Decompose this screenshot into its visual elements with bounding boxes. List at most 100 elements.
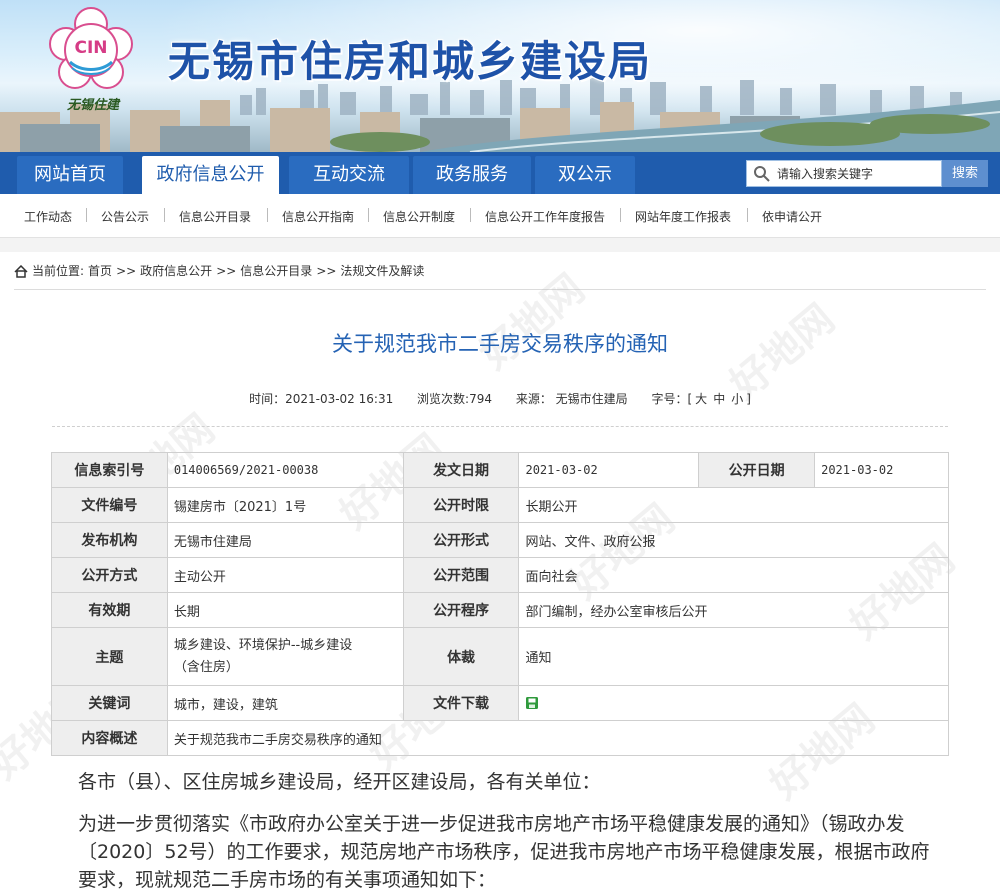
breadcrumb-prefix: 当前位置: — [32, 264, 85, 278]
subnav-divider — [267, 208, 268, 222]
table-key: 主题 — [51, 627, 168, 686]
subnav-item-notices[interactable]: 公告公示 — [101, 208, 149, 225]
nav-item-interaction[interactable]: 互动交流 — [289, 156, 409, 194]
sub-nav: 工作动态 公告公示 信息公开目录 信息公开指南 信息公开制度 信息公开工作年度报… — [0, 194, 1000, 238]
table-key: 公开程序 — [402, 592, 520, 628]
table-row: 文件编号 锡建房市〔2021〕1号 公开时限 长期公开 — [51, 487, 949, 523]
meta-time: 时间：2021-03-02 16:31 — [249, 392, 394, 406]
subnav-item-guide[interactable]: 信息公开指南 — [282, 208, 354, 225]
table-key: 发布机构 — [51, 522, 168, 558]
subnav-divider — [747, 208, 748, 222]
section-gap — [0, 238, 1000, 252]
table-row: 关键词 城市，建设，建筑 文件下载 — [51, 685, 949, 721]
table-key: 关键词 — [51, 685, 168, 721]
breadcrumb-catalog[interactable]: 信息公开目录 — [240, 264, 312, 278]
subnav-divider — [164, 208, 165, 222]
table-value: 部门编制，经办公室审核后公开 — [518, 592, 949, 628]
nav-item-services[interactable]: 政务服务 — [413, 156, 531, 194]
breadcrumb: 当前位置: 首页 >> 政府信息公开 >> 信息公开目录 >> 法规文件及解读 — [14, 257, 428, 285]
table-row: 信息索引号 014006569/2021-00038 发文日期 2021-03-… — [51, 452, 949, 488]
search-icon — [754, 166, 770, 182]
subnav-divider — [470, 208, 471, 222]
table-value: 长期 — [166, 592, 404, 628]
table-key: 公开方式 — [51, 557, 168, 593]
meta-size-end: ] — [746, 392, 751, 406]
subnav-item-request[interactable]: 依申请公开 — [762, 208, 822, 225]
table-value: 通知 — [518, 627, 949, 686]
search-box — [746, 160, 942, 187]
table-key: 公开日期 — [698, 452, 816, 488]
topic-line-1: 城乡建设、环境保护--城乡建设 — [173, 637, 353, 653]
header-banner: CIN 无锡住建 无锡市住房和城乡建设局 — [0, 0, 1000, 152]
site-title: 无锡市住房和城乡建设局 — [168, 37, 653, 86]
table-key: 文件编号 — [51, 487, 168, 523]
breadcrumb-home[interactable]: 首页 — [88, 264, 112, 278]
search-button[interactable]: 搜索 — [942, 160, 988, 187]
topic-line-2: （含住房） — [173, 659, 239, 675]
site-logo[interactable]: CIN 无锡住建 — [46, 6, 136, 113]
logo-caption: 无锡住建 — [66, 98, 119, 113]
breadcrumb-divider — [14, 289, 986, 290]
table-value: 城市，建设，建筑 — [166, 685, 404, 721]
font-size-small-button[interactable]: 小 — [731, 392, 743, 406]
subnav-item-work-news[interactable]: 工作动态 — [24, 208, 72, 225]
meta-size-label: 字号：[ — [651, 392, 693, 406]
article-meta: 时间：2021-03-02 16:31 浏览次数:794 来源： 无锡市住建局 … — [0, 390, 1000, 407]
table-value: 长期公开 — [518, 487, 949, 523]
table-value: 主动公开 — [166, 557, 404, 593]
info-table: 信息索引号 014006569/2021-00038 发文日期 2021-03-… — [51, 452, 950, 756]
table-value: 锡建房市〔2021〕1号 — [166, 487, 404, 523]
meta-source: 来源： 无锡市住建局 — [515, 392, 628, 406]
nav-item-gov-info[interactable]: 政府信息公开 — [142, 156, 279, 194]
subnav-divider — [368, 208, 369, 222]
breadcrumb-separator: >> — [216, 264, 237, 278]
table-value: 014006569/2021-00038 — [166, 452, 404, 488]
breadcrumb-regulations[interactable]: 法规文件及解读 — [340, 264, 424, 278]
table-key: 发文日期 — [402, 452, 520, 488]
search-input[interactable] — [777, 164, 937, 184]
subnav-divider — [86, 208, 87, 222]
nav-item-dual-publicity[interactable]: 双公示 — [535, 156, 635, 194]
font-size-large-button[interactable]: 大 — [695, 392, 707, 406]
breadcrumb-separator: >> — [116, 264, 137, 278]
nav-item-home[interactable]: 网站首页 — [17, 156, 123, 194]
breadcrumb-separator: >> — [316, 264, 337, 278]
subnav-divider — [620, 208, 621, 222]
body-paragraph: 为进一步贯彻落实《市政府办公室关于进一步促进我市房地产市场平稳健康发展的通知》（… — [78, 813, 930, 891]
table-key: 有效期 — [51, 592, 168, 628]
table-row: 公开方式 主动公开 公开范围 面向社会 — [51, 557, 949, 593]
table-row: 内容概述 关于规范我市二手房交易秩序的通知 — [51, 720, 950, 756]
font-size-medium-button[interactable]: 中 — [713, 392, 725, 406]
table-value: 2021-03-02 — [814, 452, 949, 488]
subnav-item-system[interactable]: 信息公开制度 — [383, 208, 455, 225]
breadcrumb-gov-info[interactable]: 政府信息公开 — [140, 264, 212, 278]
table-key: 文件下载 — [402, 685, 520, 721]
table-key: 体裁 — [402, 627, 520, 686]
table-value: 面向社会 — [518, 557, 949, 593]
table-key: 信息索引号 — [51, 452, 168, 488]
home-icon — [14, 265, 28, 278]
subnav-item-site-report[interactable]: 网站年度工作报表 — [635, 208, 731, 225]
logo-cin-text: CIN — [74, 38, 108, 58]
table-value: 网站、文件、政府公报 — [518, 522, 949, 558]
table-key: 公开形式 — [402, 522, 520, 558]
table-value: 无锡市住建局 — [166, 522, 404, 558]
table-key: 公开时限 — [402, 487, 520, 523]
table-value: 关于规范我市二手房交易秩序的通知 — [166, 720, 950, 756]
table-value — [518, 685, 949, 721]
table-value: 2021-03-02 — [518, 452, 700, 488]
table-row: 发布机构 无锡市住建局 公开形式 网站、文件、政府公报 — [51, 522, 949, 558]
table-key: 公开范围 — [402, 557, 520, 593]
subnav-item-catalog[interactable]: 信息公开目录 — [179, 208, 251, 225]
table-key: 内容概述 — [51, 720, 168, 756]
table-value: 城乡建设、环境保护--城乡建设 （含住房） — [166, 627, 404, 686]
download-disk-icon[interactable] — [525, 696, 539, 710]
table-row: 主题 城乡建设、环境保护--城乡建设 （含住房） 体裁 通知 — [51, 627, 949, 686]
meta-views: 浏览次数:794 — [417, 392, 492, 406]
meta-divider — [52, 426, 948, 427]
article-title: 关于规范我市二手房交易秩序的通知 — [332, 332, 668, 356]
subnav-item-annual-report[interactable]: 信息公开工作年度报告 — [485, 208, 605, 225]
table-row: 有效期 长期 公开程序 部门编制，经办公室审核后公开 — [51, 592, 949, 628]
watermark-icon: 好地网 — [471, 265, 594, 379]
body-paragraph: 各市（县）、区住房城乡建设局，经开区建设局，各有关单位： — [78, 771, 601, 793]
